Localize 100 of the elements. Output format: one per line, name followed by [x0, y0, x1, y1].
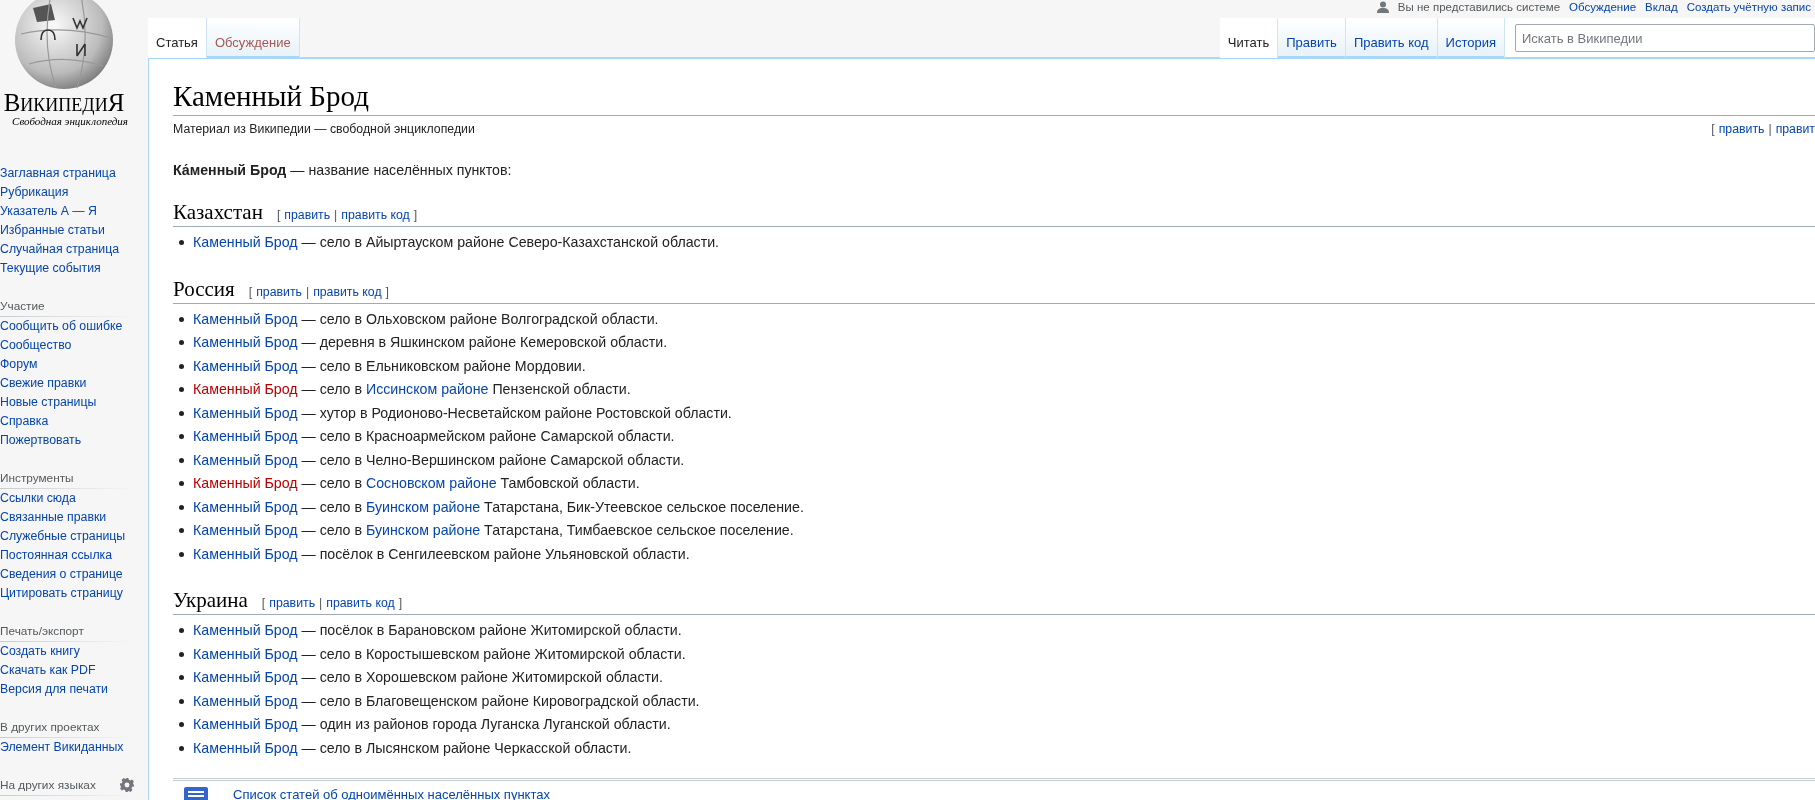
user-link[interactable]: Обсуждение [1569, 1, 1637, 13]
list-item-text: Каменный Брод — село в Челно-Вершинском районе Самарской области. [193, 450, 685, 470]
list-item-text: Каменный Брод — село в Коростышевском районе Житомирской области. [193, 644, 686, 664]
article-link[interactable]: Каменный Брод [193, 428, 298, 444]
bullet [179, 675, 184, 681]
sidebar-link[interactable]: Избранные статьи [0, 221, 105, 240]
bullet [179, 651, 184, 657]
edit-link[interactable]: править код [313, 284, 382, 299]
sidebar-link[interactable]: Новые страницы [0, 393, 97, 412]
settings-icon[interactable] [120, 778, 134, 792]
article-link[interactable]: Каменный Брод [193, 739, 298, 756]
sidebar-link[interactable]: Версия для печати [0, 680, 108, 699]
bullet [179, 340, 184, 346]
sidebar-link[interactable]: Связанные правки [0, 508, 107, 527]
article-link[interactable]: Каменный Брод [193, 716, 298, 732]
page-title: Каменный Брод [173, 80, 369, 113]
edit-link[interactable]: правит [1775, 122, 1815, 136]
user-link[interactable]: Вклад [1645, 1, 1678, 13]
list-item-text: Каменный Брод — село в Ольховском районе Волгоградской области. [193, 309, 659, 329]
bullet [179, 481, 184, 487]
sidebar-link[interactable]: Свежие правки [0, 374, 87, 393]
sidebar-link[interactable]: Случайная страница [0, 240, 120, 259]
article-link[interactable]: Каменный Брод [193, 692, 298, 709]
list-item-text: Каменный Брод — село в Буинском районе Татарстана, Бик-Утеевское сельское поселение. [193, 497, 804, 517]
namespace-tab[interactable]: Статья [148, 18, 207, 58]
article-link[interactable]: Каменный Брод [193, 357, 298, 374]
sidebar-link[interactable]: Справка [0, 412, 49, 431]
sidebar-link[interactable]: Форум [0, 355, 38, 374]
sidebar-link[interactable]: Текущие события [0, 259, 101, 278]
section-heading: Россия [173, 276, 235, 302]
bullet [179, 551, 184, 557]
article-link[interactable]: Каменный Брод [193, 404, 298, 421]
sidebar-link[interactable]: Служебные страницы [0, 527, 126, 546]
article-link[interactable]: Каменный Брод [193, 645, 298, 662]
sidebar-link[interactable]: Сообщить об ошибке [0, 317, 123, 336]
sidebar-link[interactable]: Цитировать страницу [0, 584, 123, 603]
sidebar-link[interactable]: Создать книгу [0, 642, 80, 661]
sidebar-link[interactable]: Сообщество [0, 336, 72, 355]
edit-link[interactable]: править [256, 284, 302, 299]
bullet [179, 457, 184, 463]
view-tab[interactable]: Править код [1345, 18, 1438, 58]
edit-link[interactable]: править [1718, 122, 1765, 136]
article-link[interactable]: Каменный Брод [193, 669, 298, 685]
sidebar-link[interactable]: Ссылки сюда [0, 489, 76, 508]
missing-article-link[interactable]: Каменный Брод [193, 475, 298, 491]
bullet [179, 628, 184, 634]
view-tab[interactable]: Читать [1219, 18, 1279, 58]
article-link[interactable]: Каменный Брод [193, 498, 298, 515]
edit-link[interactable]: править код [341, 208, 410, 222]
article-link[interactable]: Каменный Брод [193, 545, 298, 562]
portal-heading: На других языках [0, 778, 96, 792]
article-link[interactable]: Буинском районе [365, 522, 481, 538]
bullet [179, 240, 184, 246]
list-item-text: Каменный Брод — село в Буинском районе Татарстана, Тимбаевское сельское поселение. [193, 521, 794, 540]
sidebar-link[interactable]: Рубрикация [0, 183, 69, 202]
article-link[interactable]: Каменный Брод [193, 451, 298, 468]
list-item-text: Каменный Брод — село в Благовещенском районе Кировоградской области. [193, 691, 700, 711]
edit-link[interactable]: править [269, 596, 316, 610]
article-link[interactable]: Каменный Брод [193, 622, 298, 638]
article-link[interactable]: Сосновском районе [365, 475, 497, 491]
view-tab[interactable]: История [1437, 18, 1505, 58]
login-status: Вы не представились системе [1397, 1, 1561, 13]
article-link[interactable]: Иссинском районе [365, 381, 489, 397]
sidebar-link[interactable]: Постоянная ссылка [0, 546, 113, 565]
bullet [179, 722, 184, 728]
sidebar-link[interactable]: Элемент Викиданных [0, 738, 124, 757]
list-item-text: Каменный Брод — село в Лысянском районе Черкасской области. [193, 738, 632, 758]
article-link[interactable]: Каменный Брод [193, 522, 298, 538]
intro-text: Ка́менный Брод — название населённых пунктов: [173, 162, 513, 178]
bracket: ] [385, 284, 389, 299]
user-link[interactable]: Создать учётную запис [1686, 1, 1811, 13]
bracket: ] [413, 208, 418, 222]
list-item-text: Каменный Брод — село в Красноармейском районе Самарской области. [193, 427, 675, 446]
article-link[interactable]: Каменный Брод [193, 234, 298, 250]
list-item-text: Каменный Брод — один из районов города Луганска Луганской области. [193, 715, 671, 734]
list-item-text: Каменный Брод — село в Хорошевском районе Житомирской области. [193, 668, 663, 687]
portal-heading: Участие [0, 299, 45, 313]
bullet [179, 528, 184, 534]
edit-link[interactable]: править код [326, 596, 395, 610]
edit-link[interactable]: править [284, 208, 331, 222]
search-field[interactable]: Искать в Википедии [1515, 24, 1815, 52]
site-sub: Материал из Википедии — свободной энциклопедии [173, 122, 475, 136]
tagline: Свободная энциклопедия [12, 115, 128, 127]
separator: | [1768, 122, 1772, 136]
sidebar-link[interactable]: Скачать как PDF [0, 661, 96, 680]
missing-article-link[interactable]: Каменный Брод [193, 381, 298, 397]
portal-heading: Печать/экспорт [0, 624, 84, 638]
bullet [179, 504, 184, 510]
article-link[interactable]: Каменный Брод [193, 334, 298, 350]
sidebar-link[interactable]: Указатель А — Я [0, 202, 97, 221]
sidebar-link[interactable]: Пожертвовать [0, 431, 82, 450]
bracket: [ [261, 596, 266, 610]
namespace-tab[interactable]: Обсуждение [206, 18, 300, 58]
sidebar-link[interactable]: Сведения о странице [0, 565, 123, 584]
article-link[interactable]: Буинском районе [365, 498, 481, 515]
article-link[interactable]: Каменный Брод [193, 310, 298, 327]
bullet [179, 698, 184, 704]
sidebar-link[interactable]: Заглавная страница [0, 164, 116, 183]
view-tab[interactable]: Править [1278, 18, 1346, 58]
list-item-text: Каменный Брод — село в Сосновском районе Тамбовской области. [193, 474, 640, 493]
